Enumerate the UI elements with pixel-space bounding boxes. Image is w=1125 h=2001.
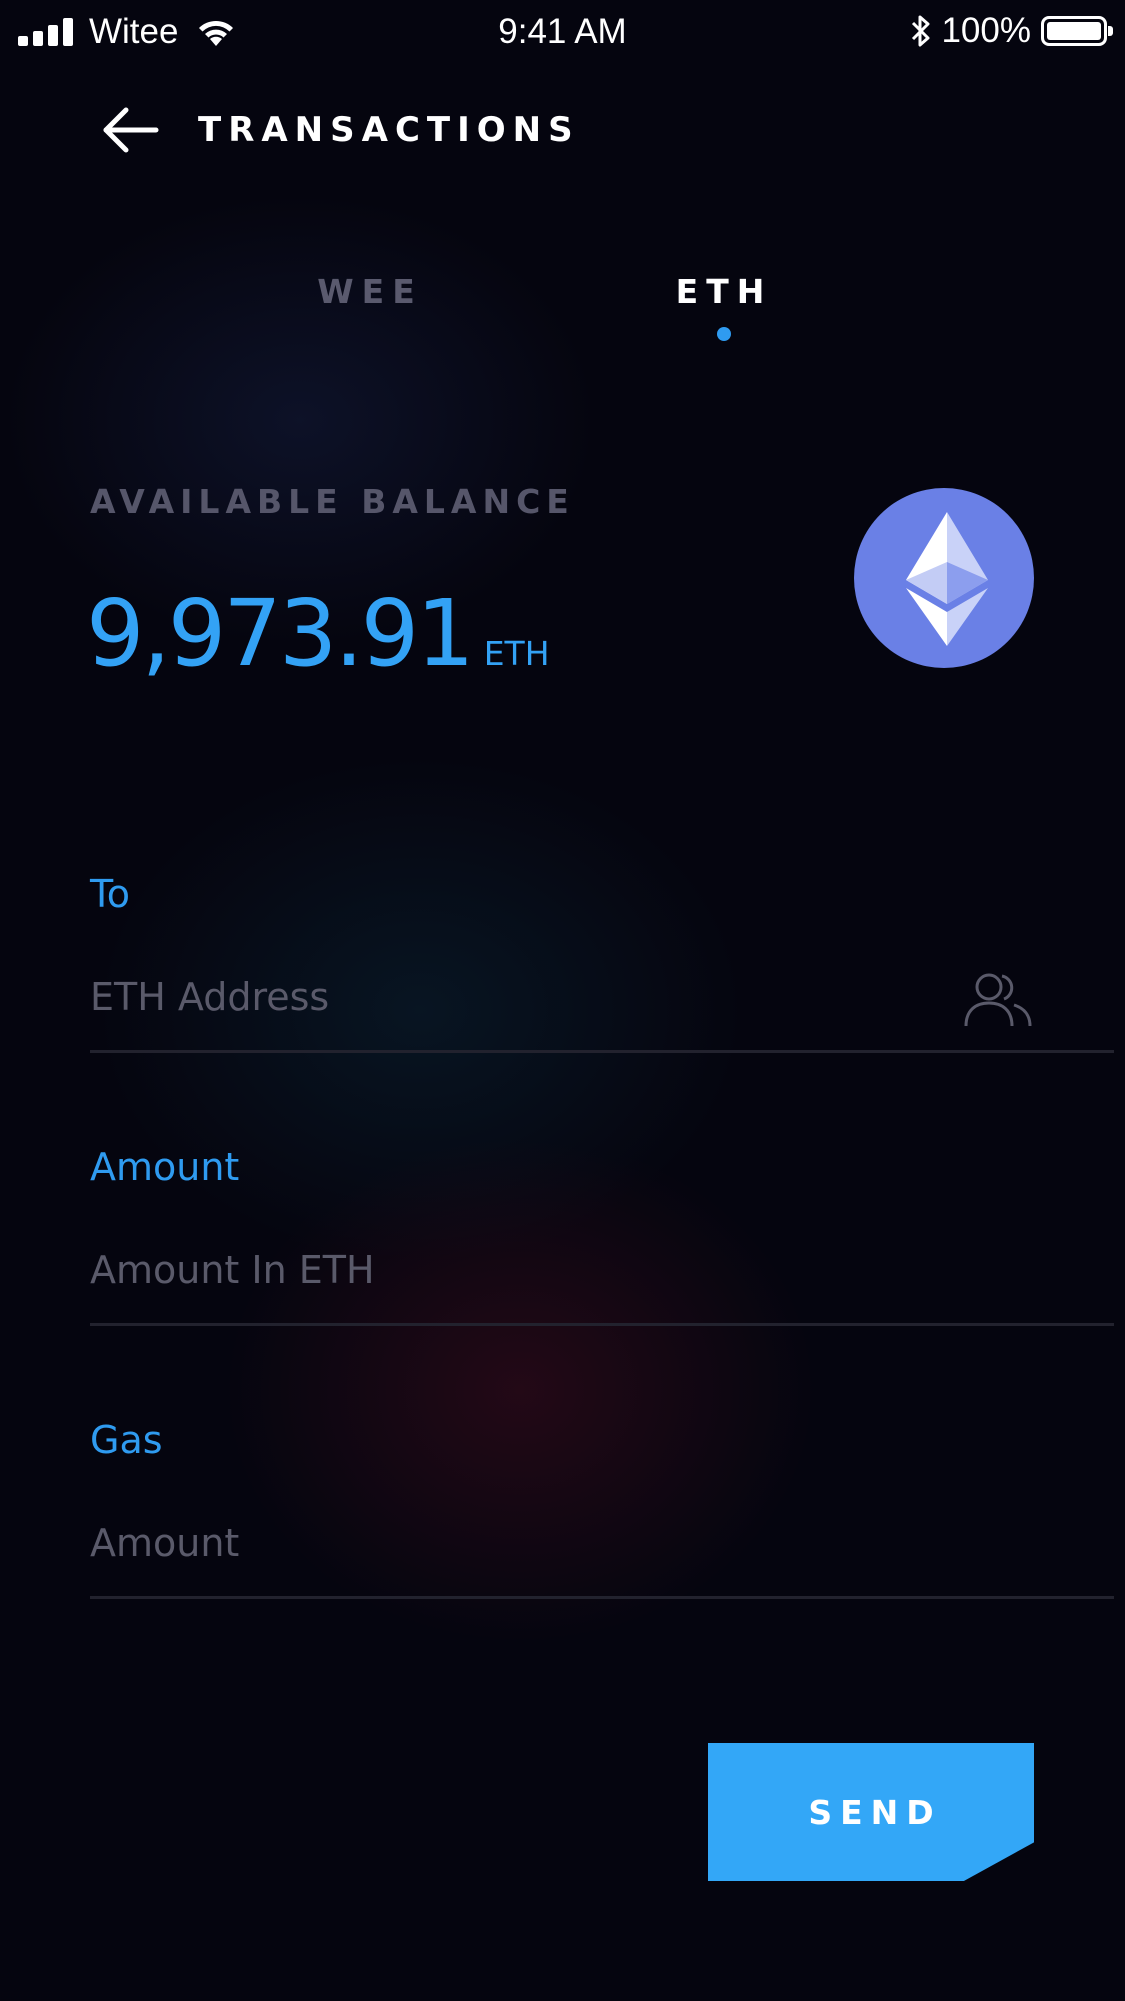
balance-value: 9,973.91 (86, 580, 475, 687)
bluetooth-icon (912, 15, 930, 47)
status-right: 100% (909, 10, 1113, 52)
to-address-input[interactable] (90, 962, 1114, 1053)
active-tab-indicator (717, 327, 731, 341)
balance-unit: ETH (483, 634, 550, 673)
amount-label: Amount (90, 1145, 240, 1189)
balance-amount: 9,973.91 ETH (86, 580, 550, 687)
back-button[interactable] (100, 104, 160, 156)
battery-percentage: 100% (941, 11, 1031, 50)
ethereum-logo-icon (854, 488, 1034, 668)
balance-label: AVAILABLE BALANCE (90, 482, 575, 521)
page-title: TRANSACTIONS (198, 110, 580, 150)
tab-eth[interactable]: ETH (614, 272, 834, 311)
tab-wee[interactable]: WEE (260, 272, 480, 311)
battery-icon (1041, 16, 1113, 46)
send-button[interactable]: SEND (708, 1743, 1034, 1881)
transactions-screen: Witee 9:41 AM 100% TRANSACTIONS WEE ETH … (0, 0, 1125, 2001)
amount-input[interactable] (90, 1235, 1114, 1326)
gas-label: Gas (90, 1418, 163, 1462)
contacts-icon[interactable] (962, 970, 1034, 1030)
gas-input[interactable] (90, 1508, 1114, 1599)
status-bar: Witee 9:41 AM 100% (0, 0, 1125, 66)
to-label: To (90, 872, 131, 916)
arrow-left-icon (103, 107, 159, 153)
